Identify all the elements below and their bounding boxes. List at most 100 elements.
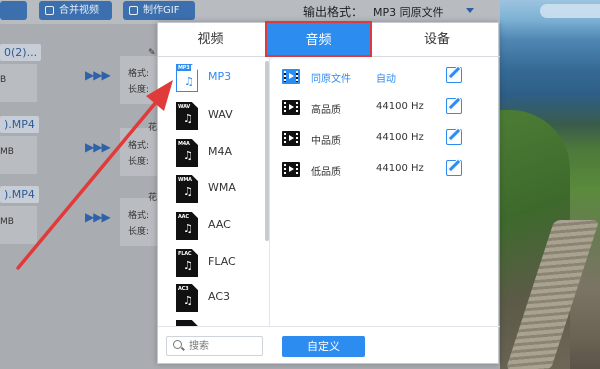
quality-name: 同原文件: [311, 74, 351, 85]
play-icon: [289, 166, 294, 172]
background-photo: [500, 0, 600, 369]
file-length-label: 长度:: [128, 157, 150, 167]
play-icon: [289, 135, 294, 141]
search-icon: [173, 340, 182, 349]
format-item-flac[interactable]: FLAC ♫ FLAC: [158, 245, 263, 281]
music-note-icon: ♫: [183, 149, 193, 162]
file-length-label: 长度:: [128, 85, 150, 95]
quality-row[interactable]: 同原文件 自动: [271, 60, 500, 94]
audio-file-icon: M4A ♫: [176, 139, 198, 167]
music-note-icon: ♫: [183, 112, 193, 125]
file-name: ).MP4: [0, 186, 39, 203]
edit-icon[interactable]: [446, 160, 462, 176]
file-format-label: 格式:: [128, 211, 150, 221]
format-item-partial[interactable]: [158, 316, 263, 326]
add-file-button[interactable]: [0, 1, 27, 20]
chevron-down-icon[interactable]: [466, 8, 474, 13]
film-icon: [282, 162, 300, 177]
format-label: WMA: [208, 181, 236, 194]
file-item: 0(2)... B ▶▶▶ ✎ 格式: 长度:: [0, 44, 165, 104]
merge-video-label: 合并视频: [59, 5, 99, 16]
audio-file-icon: WMA ♫: [176, 175, 198, 203]
tab-device[interactable]: 设备: [374, 23, 500, 57]
search-box[interactable]: [166, 336, 263, 356]
search-input[interactable]: [189, 339, 259, 354]
audio-format-list: MP3 ♫ MP3 WAV ♫ WAV M4A ♫ M4A WMA ♫ WMA AAC ♫…: [158, 58, 270, 326]
music-note-icon: ♫: [183, 222, 193, 235]
edit-icon[interactable]: [446, 67, 462, 83]
gif-icon: [129, 6, 138, 15]
format-label: AC3: [208, 290, 231, 303]
format-label: MP3: [208, 70, 232, 83]
merge-icon: [45, 6, 54, 15]
edit-icon[interactable]: [446, 98, 462, 114]
quality-rate: 44100 Hz: [376, 132, 424, 143]
quality-row[interactable]: 高品质 44100 Hz: [271, 91, 500, 125]
format-item-mp3[interactable]: MP3 ♫ MP3: [158, 60, 263, 96]
audio-file-icon: WAV ♫: [176, 102, 198, 130]
format-label: AAC: [208, 218, 231, 231]
output-format-label: 输出格式：: [303, 5, 364, 19]
convert-arrow-icon: ▶▶▶: [85, 210, 111, 224]
make-gif-button[interactable]: 制作GIF: [123, 1, 195, 20]
audio-file-icon: FLAC ♫: [176, 249, 198, 277]
play-icon: [289, 73, 294, 79]
audio-file-icon: AC3 ♫: [176, 284, 198, 312]
file-option-text[interactable]: 花: [148, 120, 157, 133]
format-label: M4A: [208, 145, 233, 158]
music-note-icon: ♫: [183, 185, 193, 198]
file-size: B: [0, 75, 7, 85]
format-tag: M4A: [178, 141, 190, 147]
film-icon: [282, 100, 300, 115]
photo-cloud: [540, 4, 600, 18]
film-icon: [282, 69, 300, 84]
format-item-aac[interactable]: AAC ♫ AAC: [158, 208, 263, 244]
convert-arrow-icon: ▶▶▶: [85, 68, 111, 82]
custom-button[interactable]: 自定义: [282, 336, 365, 357]
dialog-footer: 自定义: [158, 326, 500, 364]
format-tag: FLAC: [178, 251, 192, 257]
file-size: MB: [0, 147, 14, 157]
tab-audio[interactable]: 音频: [265, 21, 372, 57]
quality-row[interactable]: 低品质 44100 Hz: [271, 153, 500, 187]
file-length-label: 长度:: [128, 227, 150, 237]
file-item: ).MP4 MB ▶▶▶ 花 格式: 长度:: [0, 186, 165, 246]
make-gif-label: 制作GIF: [143, 5, 180, 16]
quality-name: 低品质: [311, 167, 341, 178]
music-note-icon: ♫: [183, 259, 193, 272]
format-item-wav[interactable]: WAV ♫ WAV: [158, 98, 263, 134]
edit-icon[interactable]: [446, 129, 462, 145]
format-list-scrollbar[interactable]: [265, 61, 269, 241]
format-tag: AC3: [178, 286, 189, 292]
quality-list: 同原文件 自动 高品质 44100 Hz 中品质 44100 Hz 低品质 44…: [271, 58, 500, 326]
file-option-text[interactable]: 花: [148, 190, 157, 203]
file-format-label: 格式:: [128, 141, 150, 151]
music-note-icon: ♫: [184, 75, 194, 88]
format-tag: MP3: [177, 65, 191, 71]
merge-video-button[interactable]: 合并视频: [39, 1, 112, 20]
quality-rate: 44100 Hz: [376, 101, 424, 112]
quality-rate: 44100 Hz: [376, 163, 424, 174]
main-toolbar: 合并视频 制作GIF 输出格式： MP3 同原文件: [0, 0, 500, 24]
file-size: MB: [0, 217, 14, 227]
format-tag: WMA: [178, 177, 192, 183]
audio-file-icon: MP3 ♫: [176, 64, 198, 92]
file-item: ).MP4 MB ▶▶▶ 花 格式: 长度:: [0, 116, 165, 176]
file-name: 0(2)...: [0, 44, 42, 61]
output-format-value[interactable]: MP3 同原文件: [373, 4, 444, 20]
format-item-wma[interactable]: WMA ♫ WMA: [158, 171, 263, 207]
quality-name: 高品质: [311, 105, 341, 116]
format-label: FLAC: [208, 255, 236, 268]
play-icon: [289, 104, 294, 110]
settings-edit-icon[interactable]: ✎: [148, 48, 156, 58]
format-item-ac3[interactable]: AC3 ♫ AC3: [158, 280, 263, 316]
file-format-label: 格式:: [128, 69, 150, 79]
format-tabs: 视频 音频 设备: [158, 21, 500, 57]
tab-video[interactable]: 视频: [158, 23, 263, 57]
format-tag: AAC: [178, 214, 189, 220]
format-item-m4a[interactable]: M4A ♫ M4A: [158, 135, 263, 171]
format-tag: WAV: [178, 104, 191, 110]
format-dialog: 视频 音频 设备 MP3 ♫ MP3 WAV ♫ WAV M4A ♫ M4A WMA ♫…: [157, 21, 500, 364]
file-name: ).MP4: [0, 116, 39, 133]
quality-row[interactable]: 中品质 44100 Hz: [271, 122, 500, 156]
